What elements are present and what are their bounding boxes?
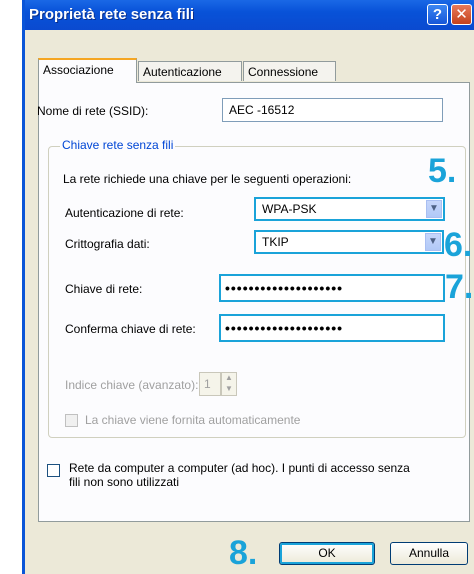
auto-key-checkbox xyxy=(65,414,78,427)
auto-key-label: La chiave viene fornita automaticamente xyxy=(85,413,301,427)
ok-button[interactable]: OK xyxy=(279,542,375,565)
title-bar[interactable]: Proprietà rete senza fili ? ✕ xyxy=(25,0,474,30)
tab-associazione[interactable]: Associazione xyxy=(38,58,137,83)
dialog-window: Proprietà rete senza fili ? ✕ Associazio… xyxy=(22,0,474,574)
encryption-select-value: TKIP xyxy=(262,235,289,249)
key-index-label: Indice chiave (avanzato): xyxy=(65,378,199,392)
key-index-spinner: ▲ ▼ xyxy=(221,372,237,396)
encryption-label: Crittografia dati: xyxy=(65,237,150,251)
auth-select-value: WPA-PSK xyxy=(262,202,317,216)
step-6-marker: 6. xyxy=(444,226,473,264)
spin-down-icon: ▼ xyxy=(225,384,233,393)
confirm-key-input[interactable]: •••••••••••••••••••• xyxy=(219,314,445,342)
cancel-button[interactable]: Annulla xyxy=(390,542,468,565)
auth-label: Autenticazione di rete: xyxy=(65,206,184,220)
wireless-key-legend: Chiave rete senza fili xyxy=(60,138,176,152)
step-7-marker: 7. xyxy=(445,268,474,306)
step-8-marker: 8. xyxy=(229,534,258,572)
spin-up-icon: ▲ xyxy=(225,373,233,382)
chevron-down-icon[interactable]: ▼ xyxy=(426,200,442,218)
ssid-label: Nome di rete (SSID): xyxy=(37,104,149,118)
tab-autenticazione[interactable]: Autenticazione xyxy=(138,61,242,81)
chevron-down-icon[interactable]: ▼ xyxy=(425,233,441,251)
encryption-select[interactable]: TKIP ▼ xyxy=(254,230,444,254)
tab-connessione[interactable]: Connessione xyxy=(243,61,336,81)
help-button[interactable]: ? xyxy=(427,4,448,25)
auth-select[interactable]: WPA-PSK ▼ xyxy=(254,197,445,221)
ssid-input[interactable]: AEC -16512 xyxy=(222,98,443,122)
step-5-marker: 5. xyxy=(428,152,457,190)
adhoc-label: Rete da computer a computer (ad hoc). I … xyxy=(69,461,410,489)
network-key-label: Chiave di rete: xyxy=(65,282,143,296)
adhoc-checkbox[interactable] xyxy=(47,464,60,477)
key-intro-text: La rete richiede una chiave per le segue… xyxy=(63,172,352,186)
close-button[interactable]: ✕ xyxy=(451,4,472,25)
key-index-input: 1 xyxy=(199,372,221,396)
confirm-key-label: Conferma chiave di rete: xyxy=(65,322,196,336)
window-title: Proprietà rete senza fili xyxy=(29,6,195,23)
network-key-input[interactable]: •••••••••••••••••••• xyxy=(219,274,445,302)
